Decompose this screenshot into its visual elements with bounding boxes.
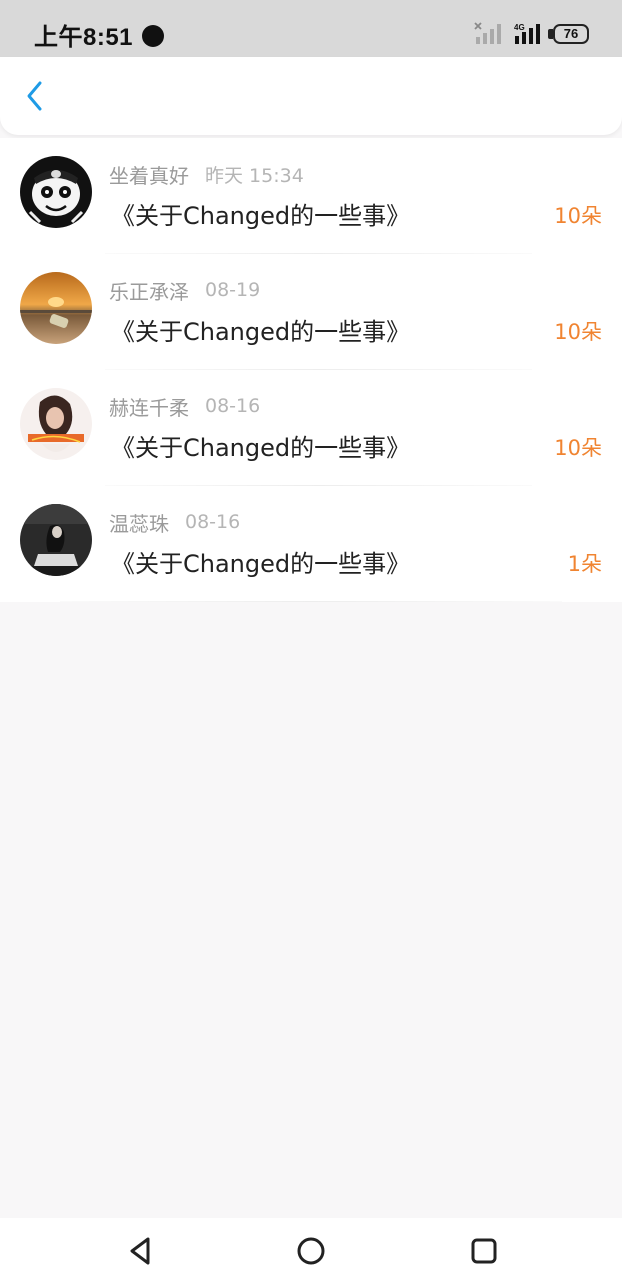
chevron-left-icon xyxy=(27,81,42,111)
back-button[interactable] xyxy=(14,75,56,117)
user-name[interactable]: 坐着真好 xyxy=(109,160,189,189)
item-meta: 坐着真好 昨天 15:34 xyxy=(109,160,304,188)
post-title[interactable]: 《关于Changed的一些事》 xyxy=(111,544,410,579)
post-title[interactable]: 《关于Changed的一些事》 xyxy=(111,428,410,463)
post-time: 08-16 xyxy=(205,395,261,417)
back-triangle-icon xyxy=(130,1237,150,1265)
avatar[interactable] xyxy=(20,388,92,460)
avatar-image-dark xyxy=(20,504,92,576)
nav-home-button[interactable] xyxy=(291,1231,331,1271)
avatar-image-cartoon xyxy=(20,156,92,228)
item-meta: 乐正承泽 08-19 xyxy=(109,276,260,304)
item-meta: 温蕊珠 08-16 xyxy=(109,508,240,536)
avatar[interactable] xyxy=(20,272,92,344)
svg-text:4G: 4G xyxy=(514,23,525,32)
flower-count: 1朵 xyxy=(567,552,602,576)
status-bar: 上午8:51 4G 76 xyxy=(0,0,622,57)
signal-4g-icon: 4G xyxy=(514,23,540,44)
avatar-image-portrait xyxy=(20,388,92,460)
reward-list: 坐着真好 昨天 15:34 《关于Changed的一些事》 10朵 乐正承泽 0… xyxy=(0,138,622,602)
avatar[interactable] xyxy=(20,504,92,576)
list-item[interactable]: 赫连千柔 08-16 《关于Changed的一些事》 10朵 xyxy=(0,370,622,486)
avatar-image-sunset xyxy=(20,272,92,344)
divider xyxy=(60,601,562,602)
list-item[interactable]: 坐着真好 昨天 15:34 《关于Changed的一些事》 10朵 xyxy=(0,138,622,254)
user-name[interactable]: 乐正承泽 xyxy=(109,276,189,305)
post-time: 08-19 xyxy=(205,279,261,301)
user-name[interactable]: 赫连千柔 xyxy=(109,392,189,421)
status-time: 上午8:51 xyxy=(34,24,134,51)
post-time: 08-16 xyxy=(185,511,241,533)
list-item[interactable]: 乐正承泽 08-19 《关于Changed的一些事》 10朵 xyxy=(0,254,622,370)
system-nav-bar xyxy=(0,1218,622,1280)
avatar[interactable] xyxy=(20,156,92,228)
item-meta: 赫连千柔 08-16 xyxy=(109,392,260,420)
post-title[interactable]: 《关于Changed的一些事》 xyxy=(111,312,410,347)
flower-count: 10朵 xyxy=(554,436,602,460)
chat-bubble-icon xyxy=(142,25,164,47)
recents-square-icon xyxy=(471,1238,497,1264)
home-circle-icon xyxy=(297,1237,325,1265)
user-name[interactable]: 温蕊珠 xyxy=(109,508,169,537)
top-bar xyxy=(0,57,622,135)
list-item[interactable]: 温蕊珠 08-16 《关于Changed的一些事》 1朵 xyxy=(0,486,622,602)
flower-count: 10朵 xyxy=(554,320,602,344)
post-title[interactable]: 《关于Changed的一些事》 xyxy=(111,196,410,231)
nav-back-button[interactable] xyxy=(120,1231,160,1271)
signal-x-icon xyxy=(474,22,501,44)
battery-icon: 76 xyxy=(553,24,589,44)
nav-recents-button[interactable] xyxy=(464,1231,504,1271)
flower-count: 10朵 xyxy=(554,204,602,228)
post-time: 昨天 15:34 xyxy=(205,164,304,187)
